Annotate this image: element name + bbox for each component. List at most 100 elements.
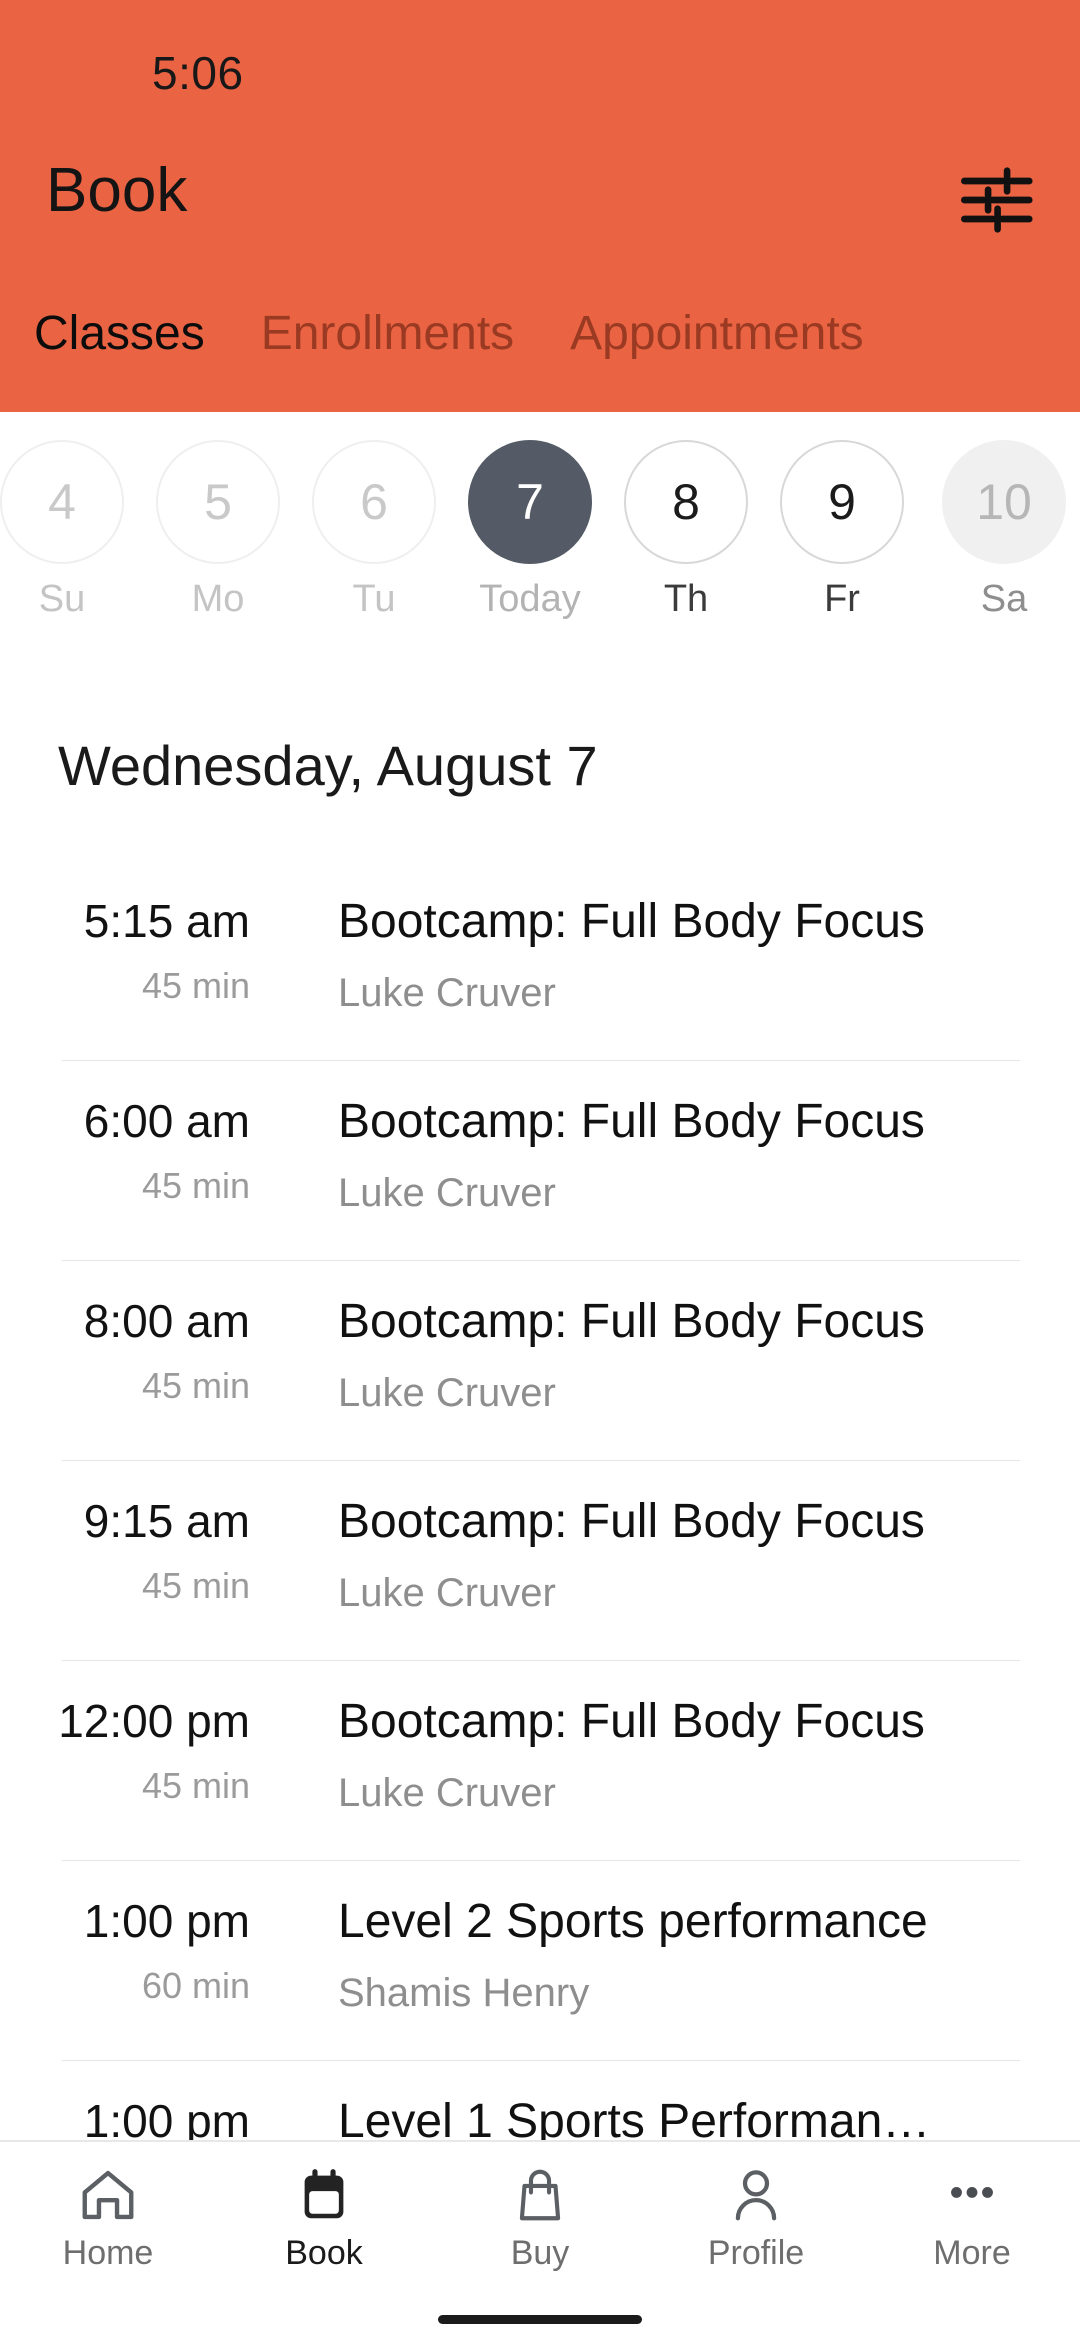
- tab-classes[interactable]: Classes: [34, 310, 205, 358]
- class-title: Bootcamp: Full Body Focus: [338, 1096, 925, 1148]
- tab-appointments[interactable]: Appointments: [570, 310, 864, 358]
- filter-button[interactable]: [958, 165, 1034, 235]
- class-time: 5:15 am: [83, 895, 250, 947]
- dots-icon: [951, 2186, 993, 2198]
- person-icon: [735, 2170, 777, 2221]
- app-screen: 5:06 Book Classes Enrollments Appointmen…: [0, 0, 1080, 2340]
- class-duration: 45 min: [141, 1765, 250, 1806]
- home-indicator: [438, 2315, 642, 2324]
- day-number-6: 6: [312, 440, 436, 564]
- day-label-10: Sa: [980, 578, 1028, 620]
- nav-item-buy[interactable]: Buy: [432, 2142, 648, 2292]
- class-instructor: Luke Cruver: [338, 1570, 556, 1615]
- day-label-4: Su: [38, 578, 86, 620]
- table-row[interactable]: 1:00 pm 60 min Level 2 Sports performanc…: [0, 1860, 1080, 2060]
- tune-icon: [961, 167, 1033, 233]
- nav-item-book[interactable]: Book: [216, 2142, 432, 2292]
- class-instructor: Luke Cruver: [338, 1770, 556, 1815]
- class-time: 8:00 am: [83, 1295, 250, 1347]
- day-number-4: 4: [0, 440, 124, 564]
- nav-label-more: More: [933, 2234, 1011, 2272]
- class-info-column: Level 2 Sports performance Shamis Henry: [338, 1896, 1038, 2013]
- home-icon: [82, 2170, 134, 2220]
- class-title: Level 1 Sports Performan…: [338, 2096, 931, 2140]
- class-instructor: Shamis Henry: [338, 1970, 590, 2015]
- class-time-column: 1:00 pm: [0, 2098, 250, 2140]
- day-item-today[interactable]: 7 Today: [452, 440, 608, 618]
- class-instructor: Luke Cruver: [338, 970, 556, 1015]
- class-time-column: 8:00 am 45 min: [0, 1298, 250, 1404]
- class-duration: 45 min: [141, 965, 250, 1006]
- day-label-5: Mo: [191, 578, 245, 620]
- class-info-column: Bootcamp: Full Body Focus Luke Cruver: [338, 1696, 1038, 1813]
- class-time: 6:00 am: [83, 1095, 250, 1147]
- table-row[interactable]: 6:00 am 45 min Bootcamp: Full Body Focus…: [0, 1060, 1080, 1260]
- status-bar-clock: 5:06: [152, 47, 244, 99]
- nav-label-book: Book: [285, 2234, 363, 2272]
- day-item-8[interactable]: 8 Th: [608, 440, 764, 618]
- day-label-9: Fr: [824, 578, 860, 620]
- day-number-8: 8: [624, 440, 748, 564]
- bottom-nav-items: Home Book Buy Profile More: [0, 2142, 1080, 2292]
- class-instructor: Luke Cruver: [338, 1170, 556, 1215]
- class-duration: 45 min: [141, 1165, 250, 1206]
- class-title: Bootcamp: Full Body Focus: [338, 896, 925, 948]
- day-item-6[interactable]: 6 Tu: [296, 440, 452, 618]
- class-time: 1:00 pm: [83, 1895, 250, 1947]
- bottom-navigation: Home Book Buy Profile More: [0, 2140, 1080, 2340]
- day-item-9[interactable]: 9 Fr: [764, 440, 920, 618]
- class-time: 12:00 pm: [58, 1695, 250, 1747]
- class-duration: 45 min: [141, 1365, 250, 1406]
- status-bar: 5:06: [0, 46, 1080, 106]
- class-title: Bootcamp: Full Body Focus: [338, 1696, 925, 1748]
- day-number-10: 10: [942, 440, 1066, 564]
- day-item-10[interactable]: 10 Sa: [926, 440, 1080, 618]
- header-tabs: Classes Enrollments Appointments: [0, 310, 1080, 390]
- class-info-column: Bootcamp: Full Body Focus Luke Cruver: [338, 1296, 1038, 1413]
- class-info-column: Level 1 Sports Performan…: [338, 2096, 1038, 2140]
- calendar-icon: [304, 2169, 344, 2219]
- class-time-column: 9:15 am 45 min: [0, 1498, 250, 1604]
- class-info-column: Bootcamp: Full Body Focus Luke Cruver: [338, 1096, 1038, 1213]
- nav-item-profile[interactable]: Profile: [648, 2142, 864, 2292]
- table-row[interactable]: 9:15 am 45 min Bootcamp: Full Body Focus…: [0, 1460, 1080, 1660]
- page-title: Book: [46, 156, 188, 225]
- class-time-column: 12:00 pm 45 min: [0, 1698, 250, 1804]
- class-duration: 60 min: [141, 1965, 250, 2006]
- bag-icon: [519, 2169, 561, 2221]
- class-time-column: 5:15 am 45 min: [0, 898, 250, 1004]
- class-time-column: 6:00 am 45 min: [0, 1098, 250, 1204]
- table-row[interactable]: 8:00 am 45 min Bootcamp: Full Body Focus…: [0, 1260, 1080, 1460]
- nav-label-profile: Profile: [707, 2234, 805, 2272]
- class-time-column: 1:00 pm 60 min: [0, 1898, 250, 2004]
- class-info-column: Bootcamp: Full Body Focus Luke Cruver: [338, 896, 1038, 1013]
- table-row[interactable]: 1:00 pm Level 1 Sports Performan…: [0, 2060, 1080, 2140]
- app-header: 5:06 Book Classes Enrollments Appointmen…: [0, 0, 1080, 412]
- table-row[interactable]: 12:00 pm 45 min Bootcamp: Full Body Focu…: [0, 1660, 1080, 1860]
- day-number-9: 9: [780, 440, 904, 564]
- class-time: 1:00 pm: [83, 2095, 250, 2140]
- class-duration: 45 min: [141, 1565, 250, 1606]
- class-title: Bootcamp: Full Body Focus: [338, 1296, 925, 1348]
- nav-label-buy: Buy: [510, 2234, 570, 2272]
- table-row[interactable]: 5:15 am 45 min Bootcamp: Full Body Focus…: [0, 860, 1080, 1060]
- class-instructor: Luke Cruver: [338, 1370, 556, 1415]
- date-heading: Wednesday, August 7: [58, 734, 598, 797]
- day-label-7: Today: [479, 578, 581, 620]
- class-info-column: Bootcamp: Full Body Focus Luke Cruver: [338, 1496, 1038, 1613]
- header-title-row: Book: [0, 160, 1080, 260]
- day-number-7: 7: [468, 440, 592, 564]
- nav-label-home: Home: [62, 2234, 154, 2272]
- class-title: Bootcamp: Full Body Focus: [338, 1496, 925, 1548]
- day-label-6: Tu: [352, 578, 396, 620]
- nav-item-home[interactable]: Home: [0, 2142, 216, 2292]
- day-strip[interactable]: 4 Su 5 Mo 6 Tu 7 Today 8 Th 9 Fr 10 Sa: [0, 412, 1080, 680]
- day-label-8: Th: [663, 578, 709, 620]
- class-list[interactable]: 5:15 am 45 min Bootcamp: Full Body Focus…: [0, 860, 1080, 2140]
- day-item-5[interactable]: 5 Mo: [140, 440, 296, 618]
- nav-item-more[interactable]: More: [864, 2142, 1080, 2292]
- class-title: Level 2 Sports performance: [338, 1896, 928, 1948]
- day-item-4[interactable]: 4 Su: [0, 440, 140, 618]
- tab-enrollments[interactable]: Enrollments: [261, 310, 514, 358]
- class-time: 9:15 am: [83, 1495, 250, 1547]
